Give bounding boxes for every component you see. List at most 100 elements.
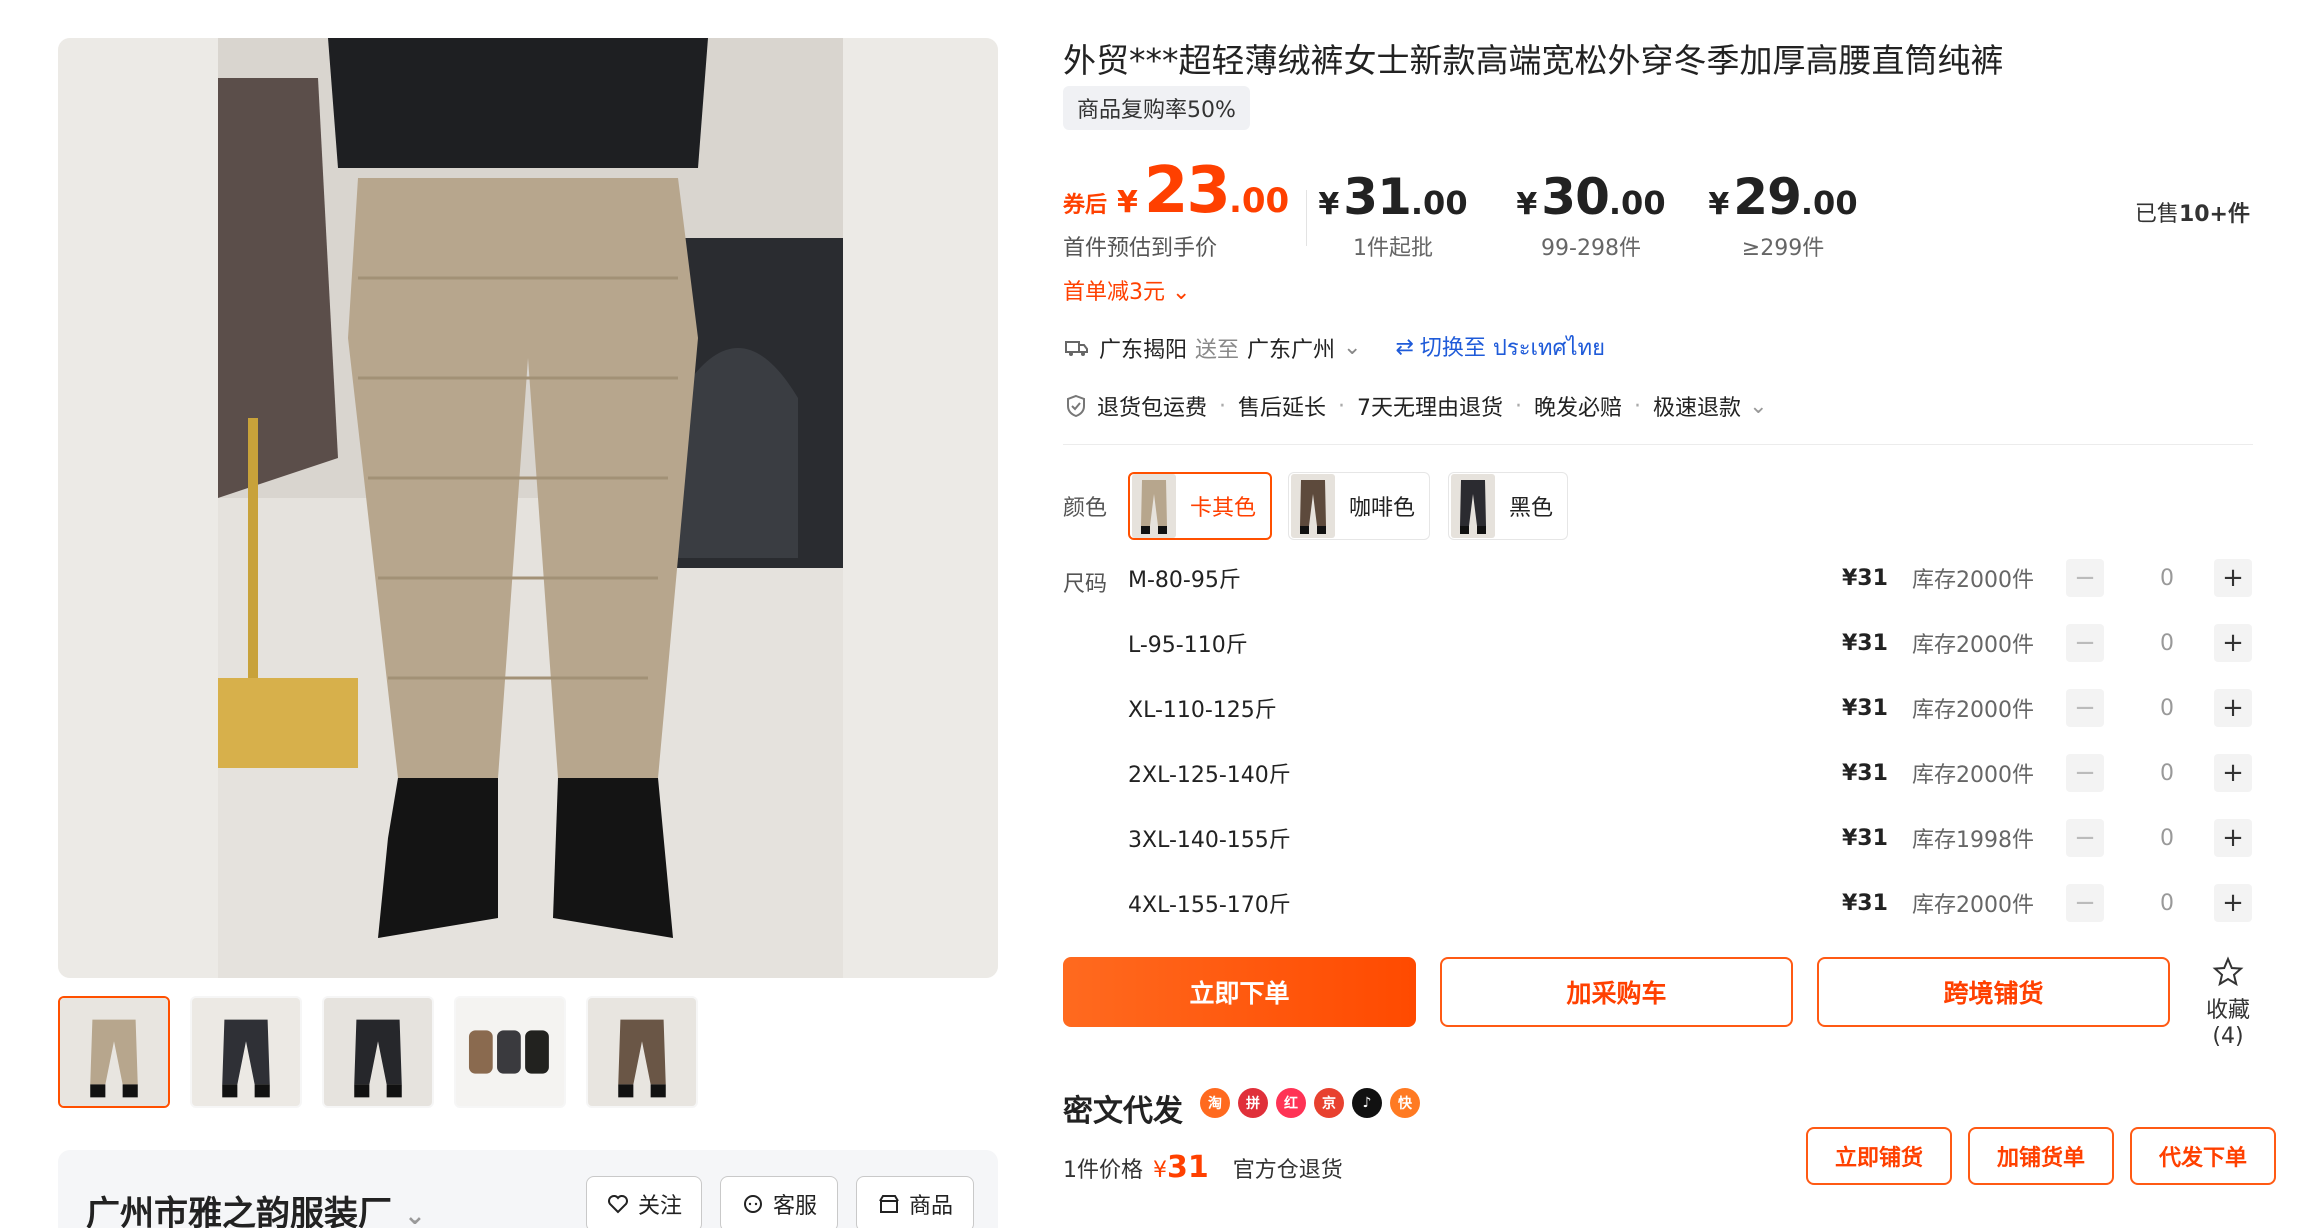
chevron-down-icon: ⌄ <box>1749 393 1768 419</box>
size-price: ¥31 <box>1842 760 1888 786</box>
size-stock: 库存2000件 <box>1912 698 2034 723</box>
color-thumbnail <box>1291 474 1335 538</box>
guarantee-item: 晚发必赔 <box>1534 396 1623 421</box>
taobao-icon: 淘 <box>1200 1088 1230 1118</box>
first-order-discount[interactable]: 首单减3元 ⌄ <box>1063 274 1190 306</box>
size-row: XL-110-125斤 ¥31 库存2000件 − 0 + <box>1128 688 2258 728</box>
size-name: 2XL-125-140斤 <box>1128 763 1291 788</box>
price-hint: 首件预估到手价 <box>1063 236 1218 261</box>
thumbnail-2[interactable] <box>190 996 302 1108</box>
cross-border-button[interactable]: 跨境铺货 <box>1817 957 2170 1027</box>
chevron-down-icon: ⌄ <box>1172 280 1191 305</box>
truck-icon <box>1065 340 1088 356</box>
dropship-order-button[interactable]: 代发下单 <box>2130 1127 2276 1185</box>
favorite-label: 收藏 (4) <box>2205 998 2250 1049</box>
switch-country-link[interactable]: ⇄ 切换至 ประเทศไทย <box>1395 330 1604 365</box>
swap-icon: ⇄ <box>1395 335 1414 360</box>
tier-quantity: 1件起批 <box>1353 236 1433 261</box>
size-row: 2XL-125-140斤 ¥31 库存2000件 − 0 + <box>1128 753 2258 793</box>
color-thumbnail <box>1132 474 1176 538</box>
decrease-button[interactable]: − <box>2066 819 2104 857</box>
color-option-black[interactable]: 黑色 <box>1448 472 1569 540</box>
sold-prefix: 已售 <box>2134 202 2179 227</box>
quantity-input[interactable]: 0 <box>2152 566 2182 591</box>
decrease-button[interactable]: − <box>2066 559 2104 597</box>
price-currency: ¥ <box>1117 185 1138 220</box>
guarantee-item: 退货包运费 <box>1097 396 1208 421</box>
douyin-icon: ♪ <box>1352 1088 1382 1118</box>
color-name: 咖啡色 <box>1349 496 1416 521</box>
shop-name[interactable]: 广州市雅之韵服装厂 ⌄ <box>86 1186 426 1228</box>
shop-products-button[interactable]: 商品 <box>856 1176 974 1228</box>
quantity-input[interactable]: 0 <box>2152 891 2182 916</box>
buy-now-button[interactable]: 立即下单 <box>1063 957 1416 1027</box>
thumbnail-3[interactable] <box>322 996 434 1108</box>
size-name: M-80-95斤 <box>1128 568 1241 593</box>
size-price: ¥31 <box>1842 890 1888 916</box>
decrease-button[interactable]: − <box>2066 884 2104 922</box>
chevron-down-icon[interactable]: ⌄ <box>1343 335 1361 360</box>
tier-decimal: .00 <box>1410 184 1468 222</box>
tier-decimal: .00 <box>1800 184 1858 222</box>
tier-integer: 29 <box>1733 168 1802 226</box>
increase-button[interactable]: + <box>2214 689 2252 727</box>
service-label: 客服 <box>772 1194 817 1219</box>
thumbnail-1[interactable] <box>58 996 170 1108</box>
repurchase-badge: 商品复购率50% <box>1063 86 1250 130</box>
size-price: ¥31 <box>1842 565 1888 591</box>
color-option-coffee[interactable]: 咖啡色 <box>1288 472 1431 540</box>
quantity-input[interactable]: 0 <box>2152 696 2182 721</box>
chat-icon <box>743 1195 762 1213</box>
quantity-input[interactable]: 0 <box>2152 761 2182 786</box>
increase-button[interactable]: + <box>2214 559 2252 597</box>
add-distribution-list-button[interactable]: 加铺货单 <box>1968 1127 2114 1185</box>
size-name: 4XL-155-170斤 <box>1128 893 1291 918</box>
increase-button[interactable]: + <box>2214 819 2252 857</box>
jd-icon: 京 <box>1314 1088 1344 1118</box>
decrease-button[interactable]: − <box>2066 754 2104 792</box>
store-icon <box>879 1195 899 1213</box>
thumbnail-5[interactable] <box>586 996 698 1108</box>
return-note: 官方仓退货 <box>1232 1158 1343 1183</box>
ship-to[interactable]: 广东广州 <box>1247 332 1335 364</box>
coupon-label: 券后 <box>1063 193 1108 218</box>
size-stock: 库存2000件 <box>1912 568 2034 593</box>
distribute-now-button[interactable]: 立即铺货 <box>1806 1127 1952 1185</box>
guarantees-row[interactable]: 退货包运费 · 售后延长 · 7天无理由退货 · 晚发必赔 · 极速退款 ⌄ <box>1063 390 1768 422</box>
color-thumbnail <box>1451 474 1495 538</box>
decrease-button[interactable]: − <box>2066 624 2104 662</box>
star-icon <box>2212 956 2244 987</box>
size-label: 尺码 <box>1063 572 1108 597</box>
increase-button[interactable]: + <box>2214 624 2252 662</box>
size-price: ¥31 <box>1842 630 1888 656</box>
guarantee-item: 7天无理由退货 <box>1357 396 1504 421</box>
main-product-image[interactable] <box>58 38 998 978</box>
tier-currency: ¥ <box>1318 187 1340 222</box>
unit-price-label: 1件价格 <box>1063 1158 1143 1183</box>
follow-button[interactable]: 关注 <box>586 1176 702 1228</box>
customer-service-button[interactable]: 客服 <box>720 1176 838 1228</box>
size-row: M-80-95斤 ¥31 库存2000件 − 0 + <box>1128 558 2258 598</box>
size-stock: 库存1998件 <box>1912 828 2034 853</box>
thumbnail-strip <box>58 996 698 1108</box>
quantity-input[interactable]: 0 <box>2152 631 2182 656</box>
increase-button[interactable]: + <box>2214 884 2252 922</box>
thumbnail-4[interactable] <box>454 996 566 1108</box>
increase-button[interactable]: + <box>2214 754 2252 792</box>
follow-label: 关注 <box>637 1194 682 1219</box>
favorite-button[interactable]: 收藏 (4) <box>2188 956 2268 1049</box>
add-to-cart-button[interactable]: 加采购车 <box>1440 957 1793 1027</box>
dropship-title: 密文代发 <box>1063 1094 1183 1129</box>
price-decimal: .00 <box>1228 181 1290 221</box>
color-option-khaki[interactable]: 卡其色 <box>1128 472 1273 540</box>
decrease-button[interactable]: − <box>2066 689 2104 727</box>
quantity-input[interactable]: 0 <box>2152 826 2182 851</box>
kuaishou-icon: 快 <box>1390 1088 1420 1118</box>
separator-dot: · <box>1219 393 1227 419</box>
tier-currency: ¥ <box>1708 187 1730 222</box>
heart-plus-icon <box>607 1195 628 1214</box>
separator-dot: · <box>1634 393 1642 419</box>
tier-integer: 31 <box>1343 168 1412 226</box>
size-name: XL-110-125斤 <box>1128 698 1277 723</box>
ship-to-label: 送至 <box>1195 337 1240 363</box>
